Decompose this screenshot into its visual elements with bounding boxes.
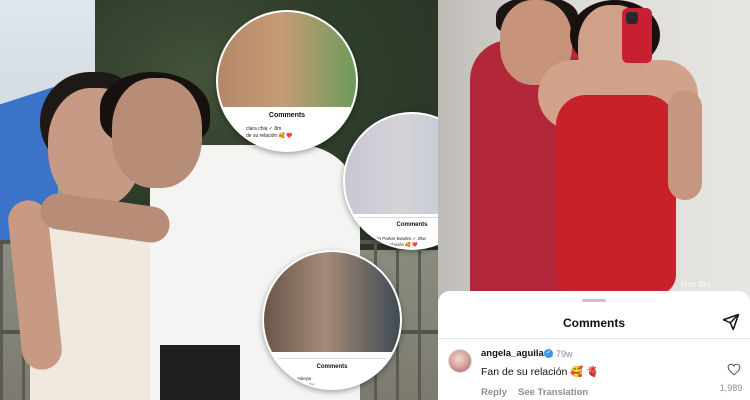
- sheet-drag-handle[interactable]: [582, 299, 606, 302]
- tattooed-arm: [668, 90, 702, 200]
- comment-username[interactable]: angela_aguilar_: [481, 348, 553, 359]
- inset-shakira-pique: Comments clara chia ✓ 8m de su relación …: [216, 10, 358, 152]
- inset-comments-title: Comments: [268, 112, 306, 119]
- inset-photo: [218, 12, 356, 107]
- inset-comment: Fan de su: [294, 382, 315, 387]
- inset-comment: Fan de su relación 🥰 ❤️: [367, 242, 418, 247]
- inset-couple-selfie: Comments paisleyw Fan de su: [262, 250, 402, 390]
- woman-red-dress: [556, 95, 676, 295]
- man-face: [112, 78, 202, 188]
- inset-username: paisleyw: [294, 376, 312, 381]
- verified-badge-icon: ✓: [544, 349, 553, 358]
- send-icon[interactable]: [722, 313, 740, 331]
- inset-comment: de su relación 🥰 ❤️: [246, 133, 293, 139]
- photo-watermark: Ivan Blu: [681, 280, 710, 289]
- red-phone: [622, 8, 652, 63]
- see-translation-button[interactable]: See Translation: [518, 387, 588, 398]
- inset-username: clara chia ✓ 8m: [246, 126, 282, 132]
- man-pants: [160, 345, 240, 400]
- inset-photo: [264, 252, 400, 352]
- inset-divider: [277, 358, 387, 359]
- sheet-divider: [438, 338, 750, 339]
- comments-title: Comments: [562, 316, 625, 330]
- comment-time: 79w: [556, 349, 573, 359]
- like-count: 1,989: [719, 383, 743, 393]
- avatar[interactable]: [448, 349, 472, 373]
- inset-comments-title: Comments: [316, 364, 348, 370]
- reply-button[interactable]: Reply: [481, 387, 507, 398]
- comments-sheet: Comments angela_aguilar_ ✓ 79w Fan de su…: [438, 291, 750, 400]
- heart-outline-icon[interactable]: [727, 363, 741, 376]
- comment-text: Fan de su relación 🥰 🫀: [481, 366, 600, 378]
- camera-icon: [626, 12, 638, 24]
